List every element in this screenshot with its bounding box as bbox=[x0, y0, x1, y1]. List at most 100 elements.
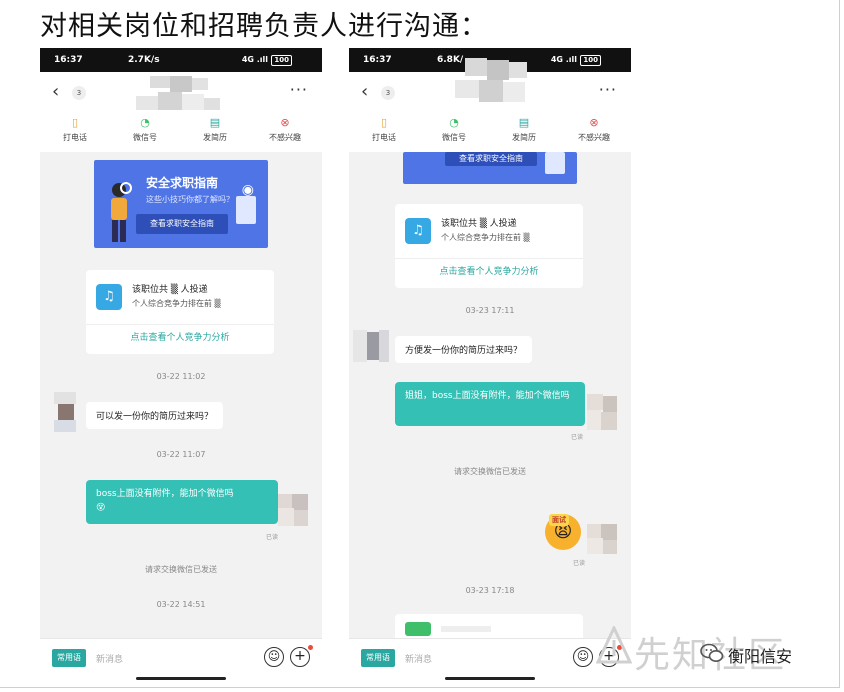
redacted-avatar bbox=[587, 394, 617, 430]
dizzy-emoji: 😵 bbox=[96, 503, 106, 513]
redacted-avatar bbox=[353, 330, 389, 362]
send-resume-label: 发简历 bbox=[203, 133, 227, 142]
account-name: 衡阳信安 bbox=[728, 647, 793, 666]
send-resume-button[interactable]: ▤ 发简历 bbox=[489, 116, 559, 143]
read-receipt: 已读 bbox=[571, 434, 584, 441]
safety-guide-banner[interactable]: 查看求职安全指南 bbox=[403, 152, 577, 184]
redacted-name bbox=[455, 58, 535, 112]
divider bbox=[86, 324, 274, 325]
wechat-button[interactable]: ◔ 微信号 bbox=[419, 116, 489, 143]
applicant-count: 该职位共 ▒ 人投递 bbox=[441, 219, 517, 229]
home-indicator bbox=[445, 677, 535, 680]
safety-guide-banner[interactable]: 安全求职指南 这些小技巧你都了解吗？ 查看求职安全指南 ◉ bbox=[94, 160, 268, 248]
banner-title: 安全求职指南 bbox=[146, 176, 219, 190]
status-time: 16:37 bbox=[54, 55, 83, 65]
send-resume-button[interactable]: ▤ 发简历 bbox=[180, 116, 250, 143]
read-receipt: 已读 bbox=[573, 560, 586, 567]
signal-icon: 4G .ıll bbox=[241, 55, 268, 64]
status-speed: 2.7K/s bbox=[128, 55, 160, 65]
phone-screenshot-left: 16:37 2.7K/s 4G .ıll 100 ‹ 3 ··· ▯ 打电话 ◔… bbox=[40, 48, 322, 684]
wechat-label: 微信号 bbox=[442, 133, 466, 142]
back-arrow-icon[interactable]: ‹ bbox=[361, 81, 368, 102]
wechat-label: 微信号 bbox=[133, 133, 157, 142]
call-label: 打电话 bbox=[372, 133, 396, 142]
emoji-icon[interactable]: ☺ bbox=[264, 647, 284, 667]
interview-sticker-tag: 面试 bbox=[549, 514, 569, 526]
message-input[interactable]: 新消息 bbox=[405, 652, 432, 665]
wechat-button[interactable]: ◔ 微信号 bbox=[110, 116, 180, 143]
message-text: 姐姐，boss上面没有附件，能加个微信吗 bbox=[405, 391, 570, 401]
timestamp: 03-22 14:51 bbox=[156, 600, 206, 609]
message-bubble-outgoing: boss上面没有附件，能加个微信吗 😵 bbox=[86, 480, 278, 524]
call-button[interactable]: ▯ 打电话 bbox=[349, 116, 419, 143]
redacted-avatar bbox=[54, 392, 76, 432]
timestamp: 03-22 11:07 bbox=[156, 450, 206, 459]
rank-text: 个人综合竞争力排在前 ▒ bbox=[132, 299, 221, 308]
bell-icon: ♫ bbox=[96, 284, 122, 310]
competition-link[interactable]: 点击查看个人竞争力分析 bbox=[86, 330, 274, 343]
competition-card: ♫ 该职位共 ▒ 人投递 个人综合竞争力排在前 ▒ 点击查看个人竞争力分析 bbox=[86, 270, 274, 354]
banner-button[interactable]: 查看求职安全指南 bbox=[136, 214, 228, 234]
redacted-name bbox=[136, 76, 226, 112]
not-interested-icon: ⊗ bbox=[589, 116, 599, 129]
rank-text: 个人综合竞争力排在前 ▒ bbox=[441, 233, 530, 242]
back-arrow-icon[interactable]: ‹ bbox=[52, 81, 59, 102]
competition-link[interactable]: 点击查看个人竞争力分析 bbox=[395, 264, 583, 277]
message-bubble-outgoing: 姐姐，boss上面没有附件，能加个微信吗 bbox=[395, 382, 585, 426]
battery-icon: 100 bbox=[271, 55, 292, 66]
input-bar: 常用语 新消息 ☺ + bbox=[349, 638, 631, 684]
plus-icon[interactable]: + bbox=[290, 647, 310, 667]
wechat-logo-icon bbox=[700, 642, 724, 664]
wechat-account-watermark: 衡阳信安 bbox=[700, 640, 832, 666]
site-logo-icon bbox=[595, 624, 633, 664]
not-interested-button[interactable]: ⊗ 不感兴趣 bbox=[559, 116, 629, 143]
unread-badge: 3 bbox=[72, 86, 86, 100]
illustration-person bbox=[104, 180, 134, 246]
emoji-icon[interactable]: ☺ bbox=[573, 647, 593, 667]
call-label: 打电话 bbox=[63, 133, 87, 142]
status-time: 16:37 bbox=[363, 55, 392, 65]
phone-screenshot-right: 16:37 6.8K/ 4G .ıll 100 ‹ 3 ··· ▯ 打电话 ◔ … bbox=[349, 48, 631, 684]
signal-icon: 4G .ıll bbox=[550, 55, 577, 64]
resume-icon: ▤ bbox=[518, 116, 530, 129]
page-heading: 对相关岗位和招聘负责人进行沟通： bbox=[40, 11, 488, 42]
battery-icon: 100 bbox=[580, 55, 601, 66]
status-bar: 16:37 2.7K/s 4G .ıll 100 bbox=[40, 48, 322, 72]
wechat-icon: ◔ bbox=[449, 116, 459, 129]
quick-phrases-button[interactable]: 常用语 bbox=[361, 649, 395, 667]
applicant-count: 该职位共 ▒ 人投递 bbox=[132, 285, 208, 295]
not-interested-label: 不感兴趣 bbox=[269, 133, 301, 142]
send-resume-label: 发简历 bbox=[512, 133, 536, 142]
resume-icon: ▤ bbox=[209, 116, 221, 129]
unread-badge: 3 bbox=[381, 86, 395, 100]
banner-subtitle: 这些小技巧你都了解吗？ bbox=[146, 195, 234, 204]
document-icon bbox=[236, 196, 256, 224]
not-interested-button[interactable]: ⊗ 不感兴趣 bbox=[250, 116, 320, 143]
system-message: 请求交换微信已发送 bbox=[145, 565, 217, 574]
divider bbox=[395, 258, 583, 259]
more-icon[interactable]: ··· bbox=[599, 80, 617, 99]
document-icon bbox=[545, 152, 565, 174]
system-message: 请求交换微信已发送 bbox=[454, 467, 526, 476]
competition-card: ♫ 该职位共 ▒ 人投递 个人综合竞争力排在前 ▒ 点击查看个人竞争力分析 bbox=[395, 204, 583, 288]
chat-header: ‹ 3 ··· bbox=[349, 58, 631, 114]
not-interested-label: 不感兴趣 bbox=[578, 133, 610, 142]
more-icon[interactable]: ··· bbox=[290, 80, 308, 99]
timestamp: 03-22 11:02 bbox=[156, 372, 206, 381]
message-bubble-incoming: 方便发一份你的简历过来吗？ bbox=[395, 336, 533, 363]
notification-dot bbox=[308, 645, 313, 650]
action-bar: ▯ 打电话 ◔ 微信号 ▤ 发简历 ⊗ 不感兴趣 bbox=[40, 114, 322, 152]
bell-icon: ♫ bbox=[405, 218, 431, 244]
timestamp: 03-23 17:18 bbox=[465, 586, 515, 595]
call-button[interactable]: ▯ 打电话 bbox=[40, 116, 110, 143]
card-placeholder bbox=[441, 626, 491, 632]
redacted-avatar bbox=[278, 494, 308, 526]
quick-phrases-button[interactable]: 常用语 bbox=[52, 649, 86, 667]
not-interested-icon: ⊗ bbox=[280, 116, 290, 129]
chat-header: ‹ 3 ··· bbox=[40, 72, 322, 114]
banner-button[interactable]: 查看求职安全指南 bbox=[445, 152, 537, 166]
message-input[interactable]: 新消息 bbox=[96, 652, 123, 665]
input-bar: 常用语 新消息 ☺ + bbox=[40, 638, 322, 684]
card-icon bbox=[405, 622, 431, 636]
home-indicator bbox=[136, 677, 226, 680]
